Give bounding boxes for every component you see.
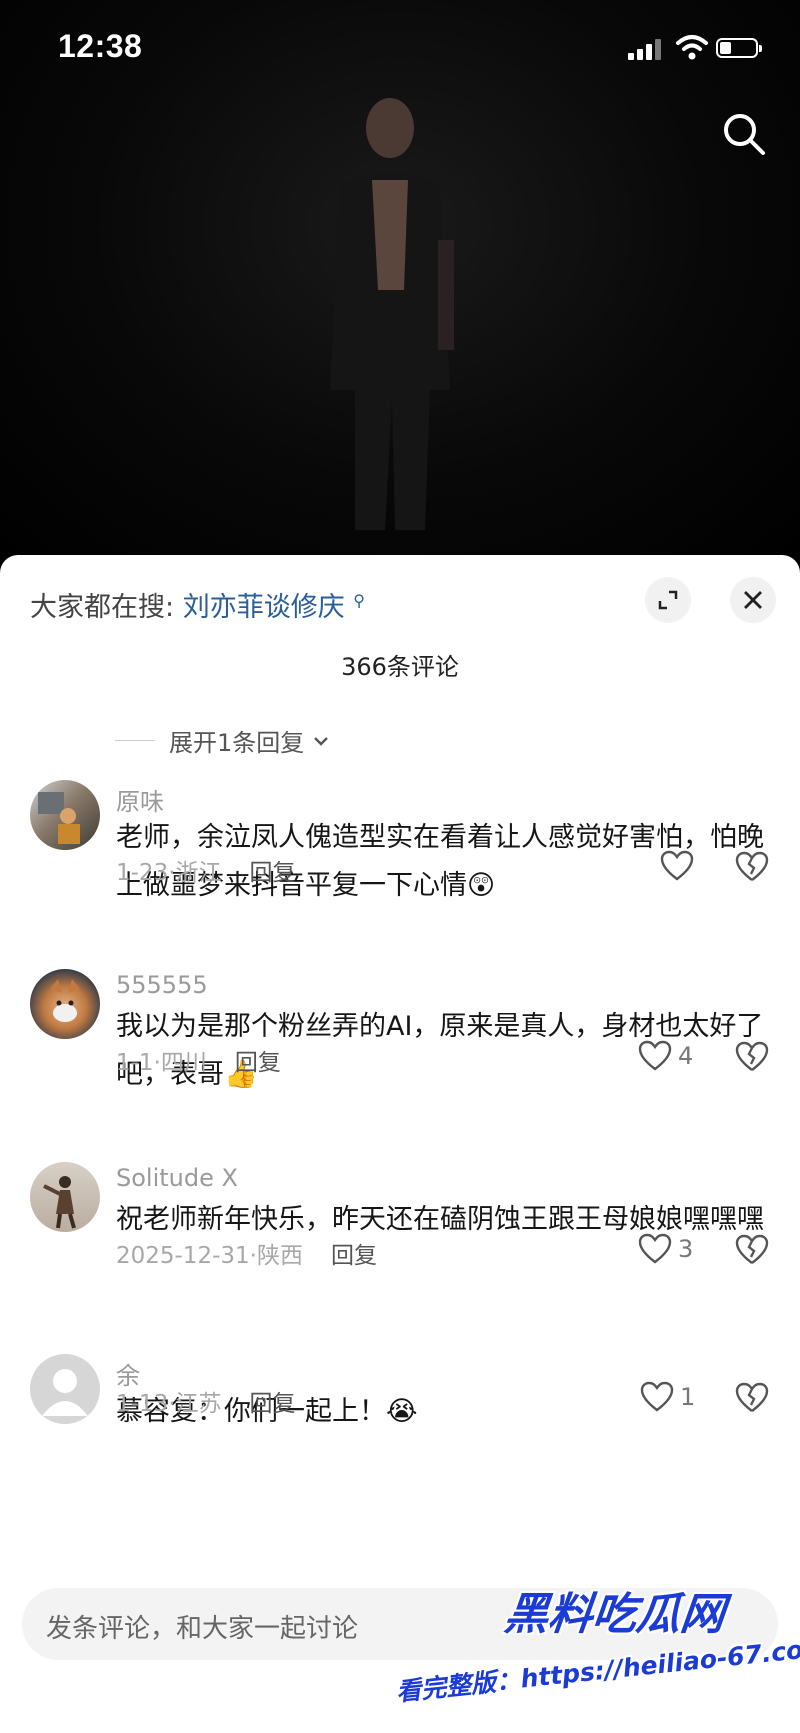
comment-meta: 2025-12-31·陕西 回复 [116,1236,377,1270]
like-count: 3 [678,1235,694,1263]
like-count: 1 [680,1383,696,1411]
status-time: 12:38 [58,28,143,64]
video-person-figure [330,98,454,530]
broken-heart-icon[interactable] [735,1040,769,1074]
default-avatar-icon [42,1369,88,1416]
expand-icon [658,590,678,610]
avatar[interactable] [30,969,100,1039]
hot-search-query-link[interactable]: 刘亦菲谈修庆 [183,592,345,623]
watermark-title: 黑料吃瓜网 [501,1589,728,1640]
close-icon [744,591,762,609]
hot-search-bar[interactable]: 大家都在搜: 刘亦菲谈修庆 ⚲ [30,585,365,624]
avatar[interactable] [30,1354,100,1424]
comment-username[interactable]: Solitude X [116,1164,238,1192]
broken-heart-icon[interactable] [735,850,769,884]
comment-meta: 1-13·江苏 回复 [116,1384,296,1418]
comment-username[interactable]: 原味 [116,782,164,817]
heart-icon [640,1381,674,1412]
comment-item: 余 慕容复：你们一起上！😭 [0,1300,800,1450]
avatar[interactable] [30,1162,100,1232]
avatar-image [50,979,80,1022]
small-search-icon: ⚲ [353,591,366,610]
comment-date-location: 1-23·浙江 [116,860,222,886]
heart-icon [638,1040,672,1071]
reply-button[interactable]: 回复 [250,1391,296,1417]
like-button[interactable]: 4 [638,1040,693,1072]
search-icon[interactable] [720,110,768,158]
heart-icon [638,1233,672,1264]
like-count: 4 [678,1042,694,1070]
like-button[interactable]: 3 [638,1233,693,1265]
comment-count: 366条评论 [341,653,459,681]
reply-button[interactable]: 回复 [250,860,296,886]
cellular-signal-icon [628,38,666,60]
avatar[interactable] [30,780,100,850]
hot-search-label: 大家都在搜: [30,592,175,623]
watermark: 黑料吃瓜网 看完整版：https://heiliao-67.com [395,1578,800,1728]
status-bar: 12:38 [0,0,800,95]
broken-heart-icon[interactable] [735,1233,769,1267]
like-button[interactable]: 1 [640,1381,695,1413]
comment-date-location: 1-1·四川 [116,1050,207,1076]
heart-icon [660,850,694,881]
comment-meta: 1-23·浙江 回复 [116,853,296,887]
comment-meta: 1-1·四川 回复 [116,1043,281,1077]
close-button[interactable] [730,577,776,623]
comment-date-location: 2025-12-31·陕西 [116,1243,303,1269]
avatar-image [43,1176,76,1229]
comment-sheet: 大家都在搜: 刘亦菲谈修庆 ⚲ 366条评论 展开1条回复 原味 老师，余泣凤人… [0,555,800,1733]
wifi-icon [676,35,708,60]
expand-button[interactable] [645,577,691,623]
avatar-image [38,792,80,844]
reply-button[interactable]: 回复 [235,1050,281,1076]
comment-input-placeholder: 发条评论，和大家一起讨论 [46,1614,359,1644]
comment-username[interactable]: 555555 [116,971,208,999]
reply-button[interactable]: 回复 [331,1243,377,1269]
like-button[interactable] [660,850,700,882]
comment-date-location: 1-13·江苏 [116,1391,222,1417]
broken-heart-icon[interactable] [735,1381,769,1415]
battery-icon [716,38,762,58]
